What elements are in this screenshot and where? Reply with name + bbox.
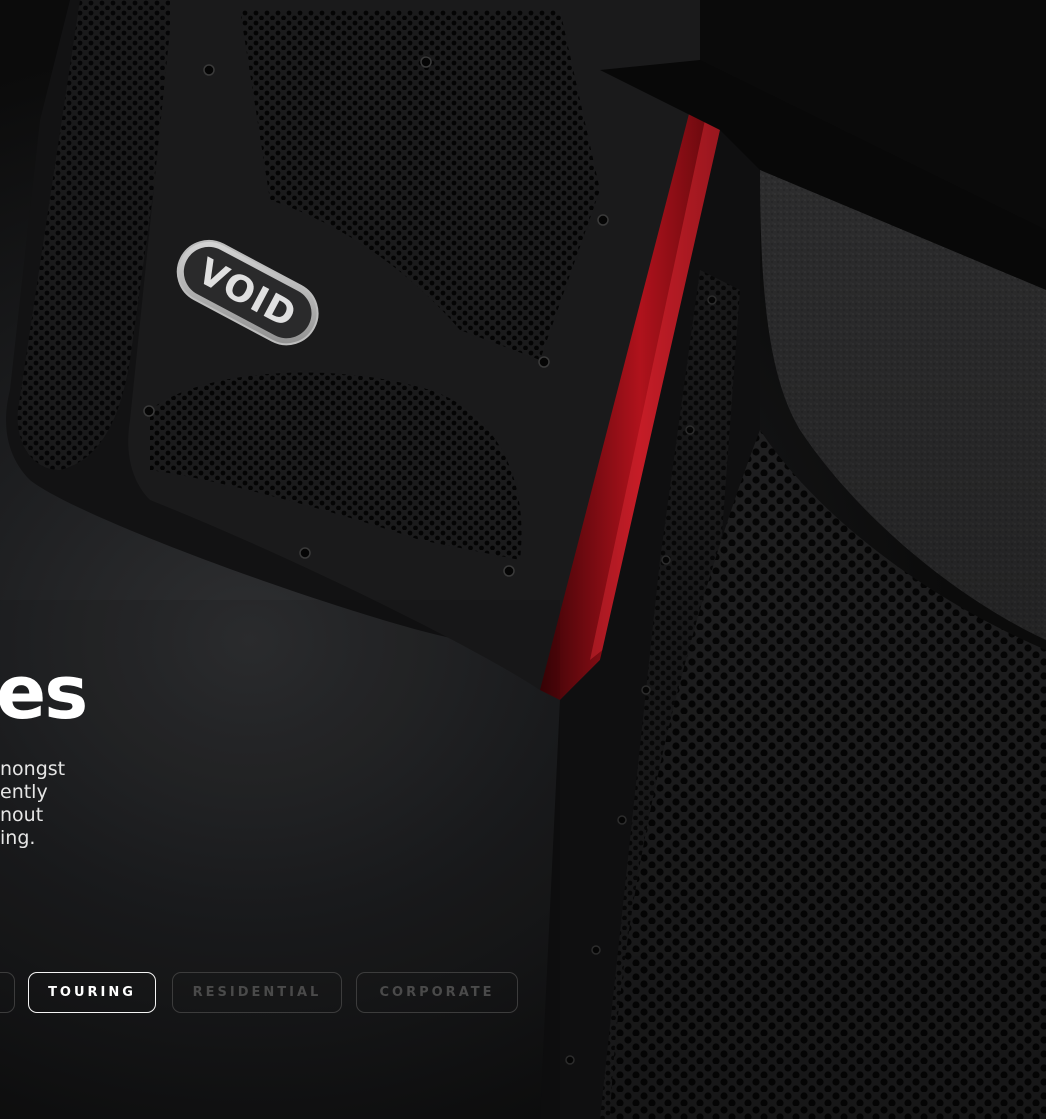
hero-heading: es [0, 650, 88, 736]
speaker-product-image: VOID [0, 0, 1046, 1119]
description-line: nongst [0, 758, 66, 780]
description-line: ing. [0, 827, 36, 849]
hero-description: nongst ently nout ing. [0, 758, 120, 850]
description-line: nout [0, 804, 44, 826]
tab-residential[interactable]: RESIDENTIAL [172, 972, 342, 1013]
tab-touring[interactable]: TOURING [28, 972, 156, 1013]
tab-partial[interactable] [0, 972, 15, 1013]
tab-corporate[interactable]: CORPORATE [356, 972, 518, 1013]
description-line: ently [0, 781, 48, 803]
hero-section: VOID es nongst ently nout ing. TOURING R… [0, 0, 1046, 1119]
